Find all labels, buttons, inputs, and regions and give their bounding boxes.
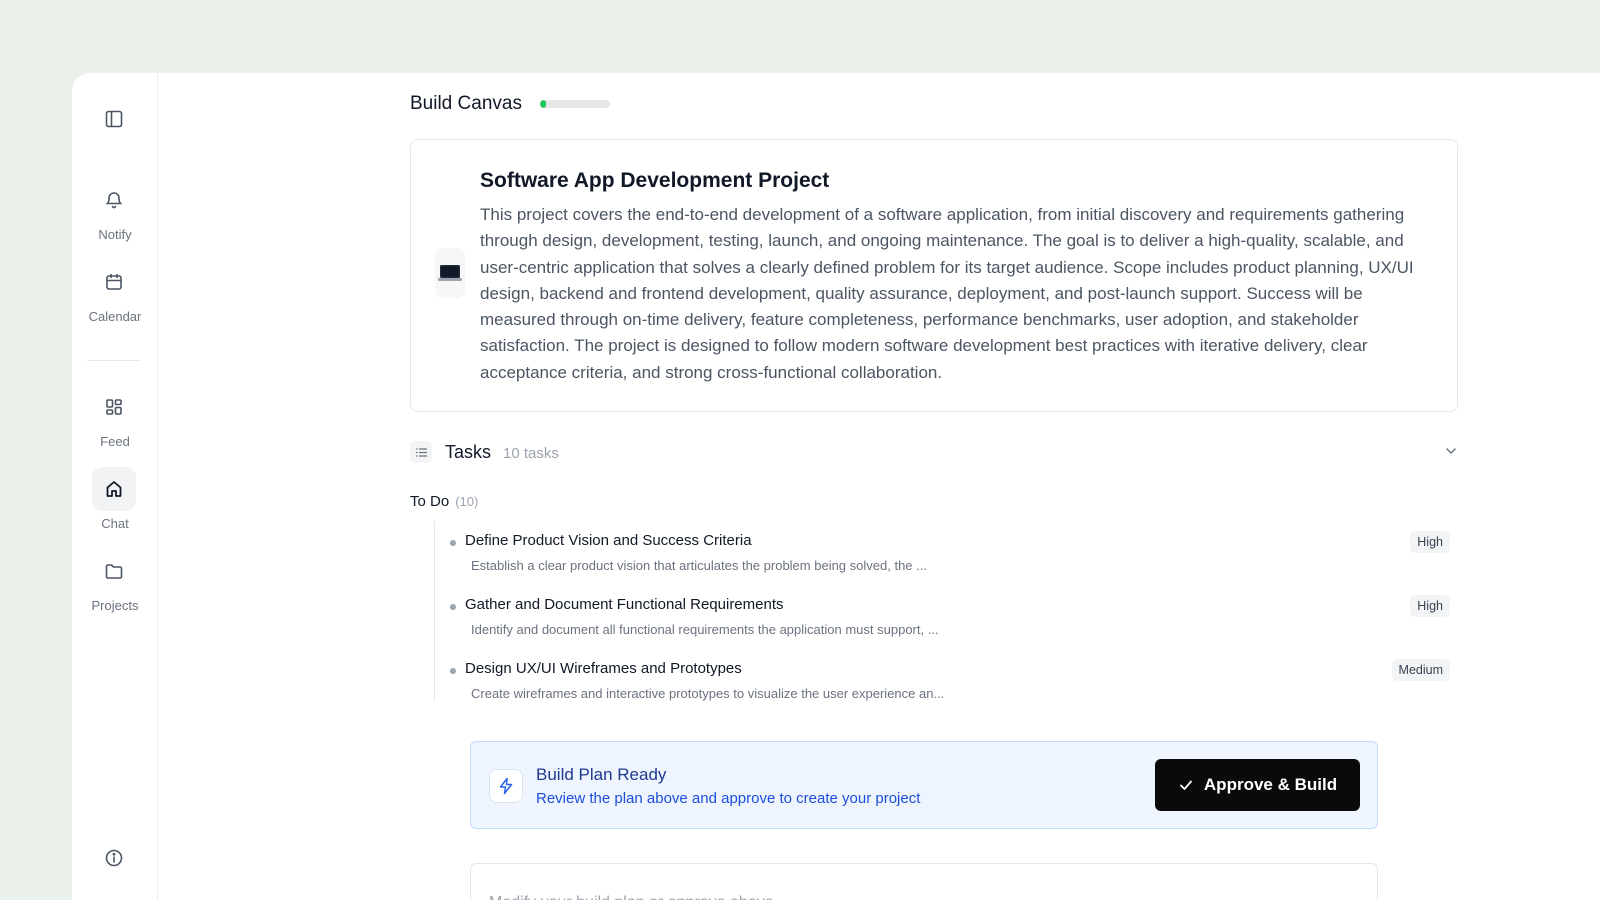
- tasks-title: Tasks: [445, 442, 492, 462]
- build-plan-card: Build Plan Ready Review the plan above a…: [470, 741, 1378, 829]
- task-item[interactable]: Define Product Vision and Success Criter…: [450, 531, 1458, 588]
- priority-badge: High: [1410, 531, 1450, 553]
- sidebar-label-feed: Feed: [100, 434, 130, 449]
- todo-group-label: To Do (10): [410, 493, 478, 510]
- build-progress-bar: [540, 100, 610, 108]
- task-description: Create wireframes and interactive protot…: [471, 686, 945, 701]
- task-item[interactable]: Gather and Document Functional Requireme…: [450, 595, 1458, 652]
- project-title: Software App Development Project: [480, 169, 830, 192]
- build-plan-title: Build Plan Ready: [536, 765, 667, 784]
- task-description: Identify and document all functional req…: [471, 622, 939, 637]
- bell-icon: [105, 192, 123, 209]
- folder-icon: [105, 564, 123, 579]
- page-title: Build Canvas: [410, 93, 522, 114]
- sidebar-divider: [87, 360, 140, 361]
- sidebar-label-calendar: Calendar: [88, 309, 142, 324]
- task-bullet: [450, 540, 456, 546]
- task-item[interactable]: Design UX/UI Wireframes and Prototypes C…: [450, 659, 1458, 716]
- build-progress-fill: [540, 100, 546, 108]
- check-icon: [1180, 780, 1192, 790]
- calendar-icon: [106, 273, 122, 290]
- approve-build-button[interactable]: Approve & Build: [1155, 759, 1360, 811]
- main-content: Build Canvas Software App Development Pr…: [158, 73, 1600, 900]
- sidebar-item-chat[interactable]: [92, 467, 136, 511]
- sidebar-item-calendar[interactable]: [92, 260, 136, 304]
- project-description: This project covers the end-to-end devel…: [480, 205, 1414, 382]
- sidebar-label-projects: Projects: [91, 598, 139, 613]
- approve-build-label: Approve & Build: [1203, 775, 1338, 794]
- task-list-line: [434, 521, 435, 702]
- sidebar-label-notify: Notify: [98, 227, 132, 242]
- todo-group-title: To Do: [410, 493, 450, 510]
- build-plan-subtitle: Review the plan above and approve to cre…: [536, 790, 921, 807]
- app-window: Notify Calendar Feed Chat Projects Build…: [72, 73, 1600, 900]
- home-icon: [106, 481, 122, 497]
- sidebar: Notify Calendar Feed Chat Projects: [72, 73, 158, 900]
- sidebar-item-projects[interactable]: [92, 549, 136, 593]
- info-icon[interactable]: [92, 836, 136, 880]
- sidebar-toggle-icon[interactable]: [92, 97, 136, 141]
- grid-icon: [106, 399, 122, 415]
- task-title: Gather and Document Functional Requireme…: [465, 596, 784, 613]
- project-card: Software App Development Project This pr…: [410, 139, 1458, 412]
- task-description: Establish a clear product vision that ar…: [471, 558, 927, 573]
- lightning-icon: [489, 769, 523, 803]
- sidebar-item-feed[interactable]: [92, 385, 136, 429]
- modify-plan-input[interactable]: [470, 863, 1378, 900]
- task-title: Define Product Vision and Success Criter…: [465, 532, 752, 549]
- chevron-down-icon[interactable]: [1444, 444, 1458, 463]
- list-icon: [410, 441, 432, 463]
- tasks-header: Tasks 10 tasks: [410, 440, 1458, 466]
- task-bullet: [450, 668, 456, 674]
- task-title: Design UX/UI Wireframes and Prototypes: [465, 660, 742, 677]
- laptop-icon: [435, 248, 465, 298]
- todo-group-count: (10): [455, 494, 479, 509]
- tasks-count: 10 tasks: [503, 445, 559, 462]
- priority-badge: High: [1410, 595, 1450, 617]
- priority-badge: Medium: [1391, 659, 1450, 681]
- sidebar-label-chat: Chat: [101, 516, 129, 531]
- task-bullet: [450, 604, 456, 610]
- sidebar-item-notify[interactable]: [92, 178, 136, 222]
